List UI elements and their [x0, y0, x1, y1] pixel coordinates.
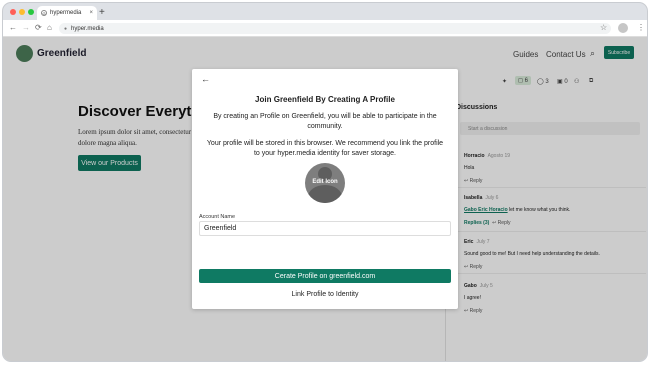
account-name-label: Account Name: [199, 214, 236, 220]
edit-avatar-button[interactable]: Edit Icon: [305, 163, 345, 203]
dialog-storage-text: Your profile will be stored in this brow…: [206, 140, 444, 157]
account-name-input[interactable]: Greenfield: [199, 221, 451, 236]
dialog-title: Join Greenfield By Creating A Profile: [255, 95, 395, 104]
url-text: hyper.media: [71, 25, 104, 32]
minimize-window-button[interactable]: [19, 9, 25, 15]
browser-menu-icon[interactable]: ⋮: [637, 23, 645, 32]
page-content: Greenfield Guides Contact Us ⌕ Subscribe…: [3, 37, 647, 361]
create-profile-button[interactable]: Cerate Profile on greenfield.com: [199, 269, 451, 283]
profile-avatar[interactable]: [618, 23, 628, 33]
dialog-intro-text: By creating an Profile on Greenfield, yo…: [213, 113, 437, 130]
back-arrow-icon[interactable]: ←: [201, 74, 210, 84]
reload-icon[interactable]: ⟳: [35, 23, 42, 32]
browser-tab[interactable]: G hypermedia ×: [37, 6, 97, 20]
site-info-icon[interactable]: ●: [64, 26, 67, 32]
create-profile-dialog: ← Join Greenfield By Creating A Profile …: [192, 69, 458, 309]
browser-window: G hypermedia × + ← → ⟳ ⌂ ● hyper.media ☆…: [3, 3, 647, 361]
maximize-window-button[interactable]: [28, 9, 34, 15]
close-window-button[interactable]: [10, 9, 16, 15]
address-bar-row: ← → ⟳ ⌂ ● hyper.media ☆ ⋮: [3, 20, 647, 37]
forward-icon[interactable]: →: [22, 23, 30, 32]
new-tab-button[interactable]: +: [99, 7, 105, 18]
home-icon[interactable]: ⌂: [47, 23, 52, 32]
tab-title: hypermedia: [50, 10, 82, 16]
avatar-body-shape: [308, 185, 342, 203]
back-icon[interactable]: ←: [9, 23, 17, 32]
bookmark-star-icon[interactable]: ☆: [600, 23, 607, 32]
edit-icon-label: Edit Icon: [312, 179, 338, 185]
url-input[interactable]: ● hyper.media: [59, 23, 611, 34]
link-identity-button[interactable]: Link Profile to Identity: [199, 287, 451, 301]
favicon-icon: G: [41, 10, 47, 16]
close-tab-icon[interactable]: ×: [89, 10, 93, 16]
tab-bar: G hypermedia × +: [3, 3, 647, 20]
